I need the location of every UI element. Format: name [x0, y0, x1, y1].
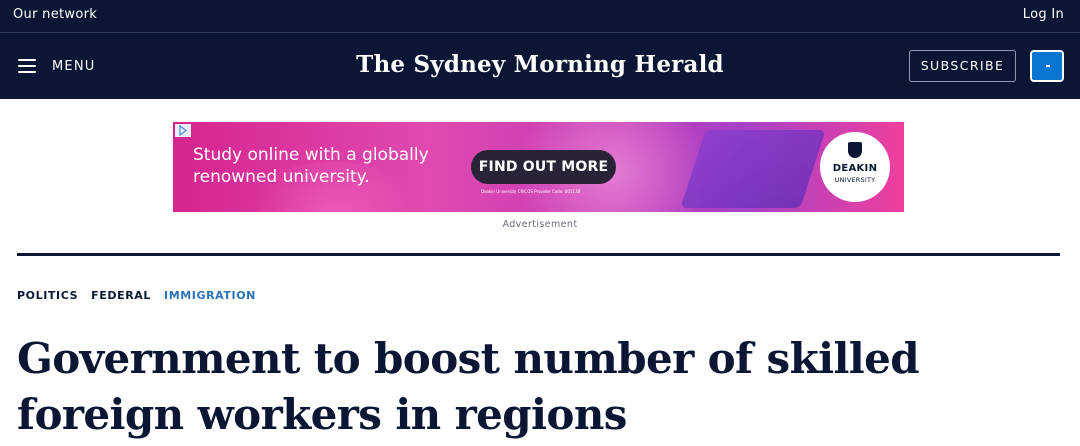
- site-header: MENU The Sydney Morning Herald SUBSCRIBE: [0, 33, 1080, 99]
- tag-federal[interactable]: FEDERAL: [91, 289, 151, 302]
- advertisement-banner[interactable]: Study online with a globally renowned un…: [173, 122, 904, 212]
- tag-immigration[interactable]: IMMIGRATION: [164, 289, 256, 302]
- our-network-link[interactable]: Our network: [13, 7, 97, 22]
- network-bar: Our network Log In: [0, 0, 1080, 33]
- deakin-logo: DEAKIN UNIVERSITY: [820, 132, 890, 202]
- section-divider: [17, 253, 1060, 256]
- shield-icon: [848, 142, 862, 158]
- article-tags: POLITICS FEDERAL IMMIGRATION: [17, 289, 269, 302]
- ad-headline: Study online with a globally renowned un…: [193, 145, 429, 187]
- logo-name: DEAKIN: [832, 163, 878, 174]
- advertisement-label: Advertisement: [502, 219, 578, 230]
- tag-politics[interactable]: POLITICS: [17, 289, 78, 302]
- logo-sub: UNIVERSITY: [834, 176, 876, 184]
- login-link[interactable]: Log In: [1023, 7, 1064, 22]
- article-title: Government to boost number of skilled fo…: [17, 334, 920, 439]
- ad-fine-print: Deakin University CRICOS Provider Code: …: [481, 189, 581, 194]
- laptop-image: [680, 130, 826, 208]
- account-icon: [1046, 65, 1050, 67]
- subscribe-button[interactable]: SUBSCRIBE: [909, 50, 1016, 82]
- adchoices-icon[interactable]: [175, 124, 191, 137]
- find-out-more-button[interactable]: FIND OUT MORE: [471, 150, 616, 184]
- account-button[interactable]: [1030, 50, 1064, 82]
